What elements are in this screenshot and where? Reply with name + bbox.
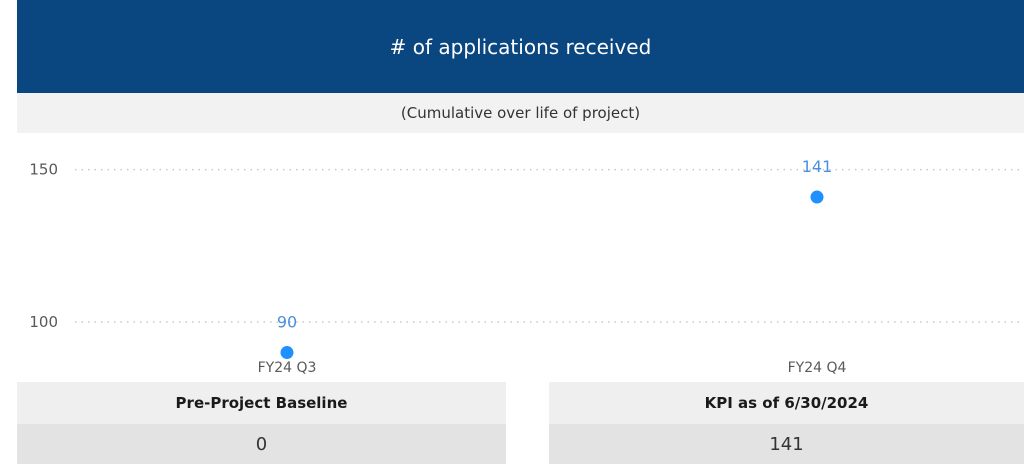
kpi-card-label: KPI as of 6/30/2024 — [549, 382, 1024, 424]
y-tick-label: 150 — [29, 161, 58, 179]
y-tick-label: 100 — [29, 313, 58, 331]
x-tick-label: FY24 Q4 — [788, 360, 847, 376]
kpi-card-value: 141 — [549, 424, 1024, 464]
subtitle-bar: (Cumulative over life of project) — [17, 93, 1024, 133]
data-point — [810, 190, 824, 204]
baseline-card-label: Pre-Project Baseline — [17, 382, 506, 424]
x-tick-label: FY24 Q3 — [258, 360, 317, 376]
chart-header: # of applications received — [17, 0, 1024, 93]
chart-subtitle: (Cumulative over life of project) — [400, 104, 641, 122]
baseline-card-value: 0 — [17, 424, 506, 464]
chart-title: # of applications received — [389, 34, 652, 59]
scatter-chart: 100 150 FY24 Q3 FY24 Q4 90 141 — [29, 157, 1020, 376]
data-label: 90 — [277, 313, 297, 332]
data-label: 141 — [802, 157, 833, 176]
data-point — [280, 346, 294, 360]
